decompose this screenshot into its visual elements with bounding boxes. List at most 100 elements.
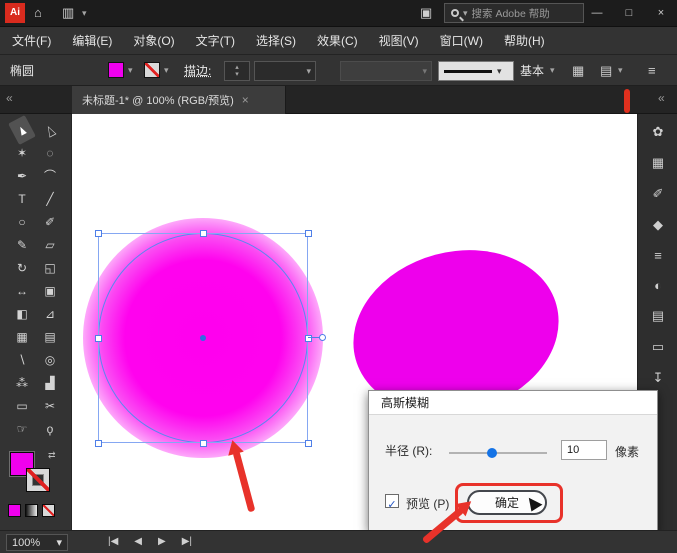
tool-symbol-sprayer[interactable]: ⁂ — [11, 373, 33, 393]
basic-caret-icon[interactable]: ▾ — [550, 65, 555, 76]
radius-slider-thumb[interactable] — [487, 448, 497, 458]
menu-item-help[interactable]: 帮助(H) — [504, 32, 545, 49]
appearance-panel-icon[interactable]: ≡ — [654, 248, 662, 263]
tool-shaper[interactable]: ▱ — [39, 235, 61, 255]
handle-top-center[interactable] — [200, 230, 207, 237]
last-artboard-button[interactable]: ▶| — [182, 536, 192, 547]
tool-pen[interactable]: ✒ — [11, 166, 33, 186]
tool-lasso[interactable]: ◌ — [39, 143, 61, 163]
stepper-up-icon[interactable]: ▴ — [235, 64, 239, 71]
tool-ellipse[interactable]: ○ — [11, 212, 33, 232]
align-caret-icon[interactable]: ▾ — [618, 65, 623, 76]
color-panel-icon[interactable]: ✿ — [653, 124, 664, 140]
tool-hand[interactable]: ☞ — [11, 419, 33, 439]
tool-shape-builder[interactable]: ◧ — [11, 304, 33, 324]
swap-fill-stroke-icon[interactable]: ⇄ — [48, 450, 56, 461]
tool-eyedropper[interactable]: ∖ — [11, 350, 33, 370]
menu-item-type[interactable]: 文字(T) — [196, 32, 235, 49]
stroke-weight-stepper[interactable]: ▴ ▾ — [224, 61, 250, 81]
tool-perspective-grid[interactable]: ⊿ — [39, 304, 61, 324]
menu-item-object[interactable]: 对象(O) — [133, 32, 174, 49]
radius-input[interactable]: 10 — [561, 440, 607, 460]
fill-color-swatch[interactable] — [108, 62, 124, 78]
help-search-input[interactable]: ▾ 搜索 Adobe 帮助 — [444, 3, 584, 23]
handle-top-left[interactable] — [95, 230, 102, 237]
tool-direct-selection[interactable]: △ — [36, 115, 64, 145]
stroke-style-preview-dropdown[interactable]: ▾ — [438, 61, 514, 81]
tool-selection[interactable]: ▲ — [8, 115, 36, 145]
tool-type[interactable]: T — [11, 189, 33, 209]
tool-magic-wand[interactable]: ✶ — [11, 143, 33, 163]
next-artboard-button[interactable]: ▶ — [158, 536, 166, 547]
preview-checkbox[interactable]: ✓ — [385, 494, 399, 508]
tool-free-transform[interactable]: ▣ — [39, 281, 61, 301]
stroke-weight-label[interactable]: 描边: — [184, 55, 211, 87]
stepper-down-icon[interactable]: ▾ — [235, 71, 239, 78]
menu-item-file[interactable]: 文件(F) — [12, 32, 51, 49]
handle-top-right[interactable] — [305, 230, 312, 237]
zoom-level-dropdown[interactable]: 100% ▾ — [6, 534, 68, 551]
document-tab[interactable]: 未标题-1* @ 100% (RGB/预览) × — [72, 86, 286, 114]
variable-width-profile-dropdown[interactable]: ▾ — [254, 61, 316, 81]
previous-artboard-button[interactable]: ◀ — [134, 536, 142, 547]
app-icon[interactable]: Ai — [5, 3, 25, 23]
layers-panel-icon[interactable]: ▤ — [652, 308, 664, 324]
tool-paintbrush[interactable]: ✐ — [39, 212, 61, 232]
none-mode-button[interactable] — [42, 504, 55, 517]
menu-item-window[interactable]: 窗口(W) — [440, 32, 483, 49]
rotate-handle-knob[interactable] — [319, 334, 326, 341]
tool-curvature[interactable]: ⌒ — [39, 166, 61, 186]
stroke-style-basic-dropdown[interactable]: 基本 — [520, 55, 544, 87]
collapse-toolbar-icon[interactable]: « — [6, 91, 13, 105]
tool-blend[interactable]: ◎ — [39, 350, 61, 370]
first-artboard-button[interactable]: |◀ — [108, 536, 118, 547]
handle-mid-left[interactable] — [95, 335, 102, 342]
close-button[interactable]: × — [652, 3, 670, 23]
menu-item-view[interactable]: 视图(V) — [379, 32, 419, 49]
stroke-color-swatch[interactable] — [144, 62, 160, 78]
object-center-point[interactable] — [200, 335, 206, 341]
menu-item-select[interactable]: 选择(S) — [256, 32, 296, 49]
collapse-dock-icon[interactable]: « — [658, 91, 665, 105]
tool-gradient[interactable]: ▤ — [39, 327, 61, 347]
workspace-icon[interactable]: ▥ — [62, 3, 74, 23]
artboards-panel-icon[interactable]: ▭ — [652, 339, 664, 355]
menu-item-edit[interactable]: 编辑(E) — [72, 32, 112, 49]
tool-rotate[interactable]: ↻ — [11, 258, 33, 278]
document-setup-grid-icon[interactable]: ▦ — [572, 61, 584, 81]
radius-slider-track[interactable] — [449, 452, 547, 454]
stroke-caret-icon[interactable]: ▾ — [164, 65, 169, 76]
search-caret-icon[interactable]: ▾ — [463, 8, 468, 19]
tool-column-graph[interactable]: ▟ — [39, 373, 61, 393]
tool-zoom[interactable]: ϙ — [39, 419, 61, 439]
handle-bottom-center[interactable] — [200, 440, 207, 447]
maximize-button[interactable]: □ — [620, 3, 638, 23]
brush-definition-dropdown[interactable]: ▾ — [340, 61, 432, 81]
tool-slice[interactable]: ✂ — [39, 396, 61, 416]
tool-line-segment[interactable]: ╱ — [39, 189, 61, 209]
brushes-panel-icon[interactable]: ✐ — [653, 186, 664, 202]
panel-menu-icon[interactable]: ≡ — [648, 61, 656, 81]
symbols-panel-icon[interactable]: ◆ — [653, 217, 663, 233]
color-mode-button[interactable] — [8, 504, 21, 517]
tab-close-icon[interactable]: × — [242, 93, 249, 107]
asset-export-panel-icon[interactable]: ↧ — [653, 370, 664, 386]
vertical-scrollbar-thumb[interactable] — [624, 89, 630, 113]
handle-bottom-left[interactable] — [95, 440, 102, 447]
tool-pencil[interactable]: ✎ — [11, 235, 33, 255]
tool-artboard[interactable]: ▭ — [11, 396, 33, 416]
transparency-panel-icon[interactable]: ◐ — [654, 278, 662, 293]
home-icon[interactable]: ⌂ — [34, 3, 42, 23]
minimize-button[interactable]: — — [588, 3, 606, 23]
arrange-documents-icon[interactable]: ▣ — [420, 3, 432, 23]
align-icon[interactable]: ▤ — [600, 61, 612, 81]
menu-item-effect[interactable]: 效果(C) — [317, 32, 358, 49]
tool-mesh[interactable]: ▦ — [11, 327, 33, 347]
swatches-panel-icon[interactable]: ▦ — [652, 155, 664, 171]
gradient-mode-button[interactable] — [25, 504, 38, 517]
tool-width[interactable]: ↔ — [11, 281, 33, 301]
stroke-color-indicator[interactable] — [26, 468, 50, 492]
tool-scale[interactable]: ◱ — [39, 258, 61, 278]
workspace-caret-icon[interactable]: ▾ — [82, 8, 87, 19]
handle-bottom-right[interactable] — [305, 440, 312, 447]
